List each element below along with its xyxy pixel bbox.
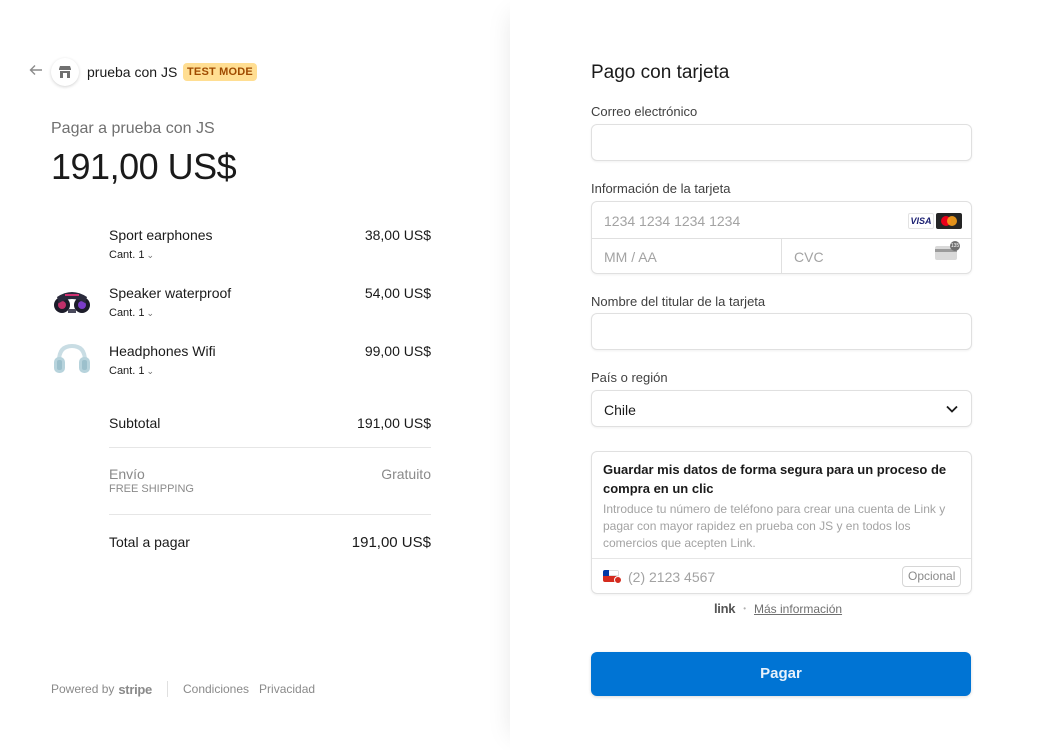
cvc-field[interactable]: CVC: [794, 249, 824, 265]
visa-icon: VISA: [908, 213, 934, 229]
stripe-logo[interactable]: stripe: [118, 682, 152, 697]
flag-badge-icon: [614, 576, 622, 584]
link-info: link • Más información: [714, 601, 842, 616]
phone-field[interactable]: (2) 2123 4567: [628, 569, 715, 585]
total-row: Total a pagar 191,00 US$: [109, 534, 431, 551]
mastercard-icon: [936, 213, 962, 229]
item-name: Sport earphones: [109, 227, 213, 243]
expiry-field[interactable]: MM / AA: [604, 249, 657, 265]
divider: [109, 447, 431, 448]
country-select[interactable]: Chile: [591, 390, 972, 427]
item-price: 99,00 US$: [364, 343, 431, 359]
subtotal-label: Subtotal: [109, 415, 161, 431]
quantity-selector[interactable]: Cant. 1 ⌄: [109, 249, 154, 261]
country-label: País o región: [591, 370, 668, 385]
chevron-down-icon: ⌄: [146, 365, 155, 376]
quantity-label: Cant. 1: [109, 365, 145, 377]
form-title: Pago con tarjeta: [591, 62, 730, 83]
quantity-selector[interactable]: Cant. 1 ⌄: [109, 307, 154, 319]
shipping-label: Envío: [109, 466, 145, 482]
item-name: Speaker waterproof: [109, 285, 232, 301]
link-signup-box: Guardar mis datos de forma segura para u…: [591, 451, 972, 594]
line-item: Sport earphones Cant. 1 ⌄ 38,00 US$: [51, 227, 431, 267]
back-arrow-icon[interactable]: [29, 63, 45, 79]
pay-to-label: Pagar a prueba con JS: [51, 120, 215, 137]
card-info-label: Información de la tarjeta: [591, 181, 731, 196]
chevron-down-icon: ⌄: [146, 307, 155, 318]
store-icon: [51, 58, 79, 86]
shipping-value: Gratuito: [381, 466, 431, 482]
card-number-field[interactable]: 1234 1234 1234 1234: [604, 213, 740, 229]
link-title: Guardar mis datos de forma segura para u…: [603, 462, 947, 496]
chevron-down-icon: [946, 405, 958, 413]
shipping-method: FREE SHIPPING: [109, 483, 194, 495]
cardholder-label: Nombre del titular de la tarjeta: [591, 294, 766, 309]
link-description: Introduce tu número de teléfono para cre…: [603, 502, 946, 550]
order-summary-panel: prueba con JS TEST MODE Pagar a prueba c…: [0, 0, 510, 750]
more-info-link[interactable]: Más información: [754, 602, 842, 616]
powered-by-label: Powered by: [51, 682, 115, 696]
email-label: Correo electrónico: [591, 104, 698, 119]
email-field[interactable]: [591, 124, 972, 161]
privacy-link[interactable]: Privacidad: [259, 682, 315, 696]
divider: [781, 238, 782, 274]
line-item: Headphones Wifi Cant. 1 ⌄ 99,00 US$: [51, 343, 431, 383]
quantity-label: Cant. 1: [109, 307, 145, 319]
chevron-down-icon: ⌄: [146, 249, 155, 260]
divider: [109, 514, 431, 515]
item-name: Headphones Wifi: [109, 343, 216, 359]
card-info-group: 1234 1234 1234 1234 VISA MM / AA CVC 135: [591, 201, 972, 274]
divider: [592, 558, 971, 559]
line-item: Speaker waterproof Cant. 1 ⌄ 54,00 US$: [51, 285, 431, 325]
quantity-selector[interactable]: Cant. 1 ⌄: [109, 365, 154, 377]
subtotal-value: 191,00 US$: [357, 415, 431, 431]
item-price: 38,00 US$: [364, 227, 431, 243]
total-value: 191,00 US$: [351, 534, 431, 551]
quantity-label: Cant. 1: [109, 249, 145, 261]
separator-dot: •: [743, 604, 747, 613]
optional-badge: Opcional: [902, 566, 962, 587]
merchant-name: prueba con JS: [87, 64, 178, 80]
footer-divider: [166, 681, 168, 697]
item-price: 54,00 US$: [364, 285, 431, 301]
speaker-image: [51, 285, 93, 327]
subtotal-row: Subtotal 191,00 US$: [109, 415, 431, 431]
shipping-row: Envío Gratuito: [109, 466, 431, 482]
terms-link[interactable]: Condiciones: [183, 682, 249, 696]
test-mode-badge: TEST MODE: [183, 63, 257, 81]
pay-button[interactable]: Pagar: [591, 652, 971, 696]
cvc-card-icon: 135: [935, 241, 960, 260]
country-value: Chile: [604, 402, 636, 418]
footer: Powered by stripe Condiciones Privacidad: [51, 681, 325, 697]
headphones-image: [51, 343, 93, 385]
payment-form-panel: Pago con tarjeta Correo electrónico Info…: [510, 0, 1048, 750]
cardholder-name-field[interactable]: [591, 313, 972, 350]
total-label: Total a pagar: [109, 534, 190, 550]
link-logo: link: [714, 601, 736, 616]
total-amount: 191,00 US$: [51, 146, 237, 187]
